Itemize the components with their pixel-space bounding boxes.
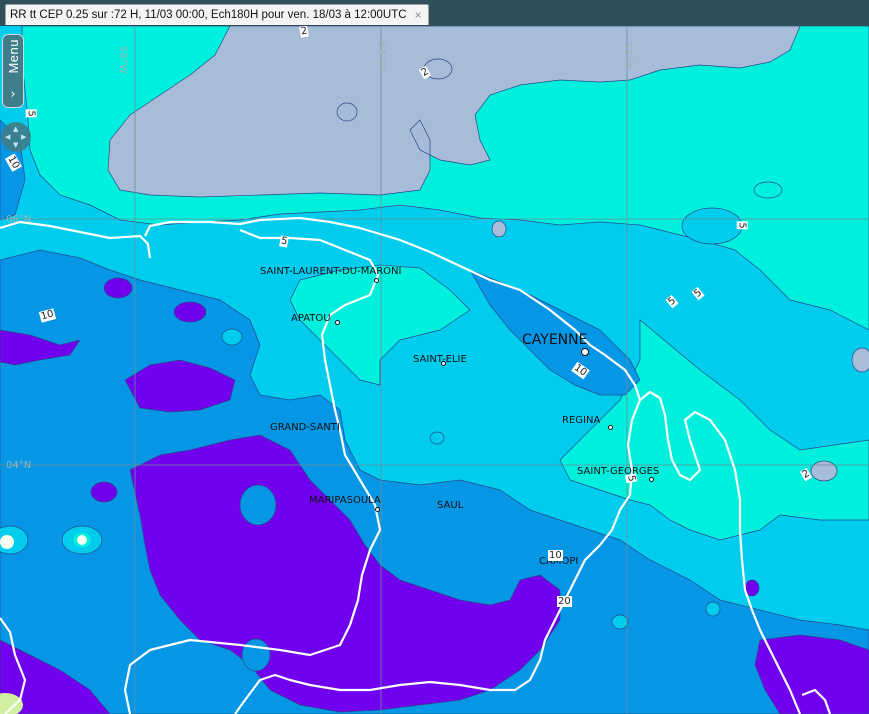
- city-marker: [581, 348, 589, 356]
- band-50-plus: [0, 535, 14, 549]
- map-tab[interactable]: RR tt CEP 0.25 sur :72 H, 11/03 00:00, E…: [5, 4, 429, 25]
- tab-bar: RR tt CEP 0.25 sur :72 H, 11/03 00:00, E…: [0, 0, 869, 26]
- contour-label: 5: [736, 221, 748, 230]
- city-label: APATOU: [291, 313, 331, 324]
- contour-label: 2: [299, 26, 310, 38]
- pan-control[interactable]: ▲ ▼ ◀ ▶: [1, 122, 31, 152]
- band-10-20: [239, 484, 277, 526]
- band-5-10: [429, 431, 445, 445]
- city-marker: [649, 477, 654, 482]
- contour-label: 5: [25, 109, 37, 118]
- band-5-10: [681, 207, 743, 245]
- band-50-plus: [77, 535, 87, 545]
- grid-label-lon: 52°W: [622, 42, 633, 70]
- band-10-20: [241, 638, 271, 672]
- pan-left-icon[interactable]: ◀: [5, 134, 10, 141]
- menu-button[interactable]: Menu ›: [2, 34, 24, 108]
- contour-label: 10: [548, 550, 563, 561]
- grid-label-lon: 54°W: [376, 42, 387, 70]
- band-2-5: [753, 181, 783, 199]
- band-lt-2: [810, 460, 838, 482]
- close-icon[interactable]: ×: [415, 8, 422, 22]
- city-label: SAUL: [437, 500, 464, 511]
- band-5-10: [705, 601, 721, 617]
- precipitation-map: [0, 26, 869, 714]
- city-marker: [375, 507, 380, 512]
- band-lt-2: [491, 220, 507, 238]
- grid-label-lon: 56°W: [117, 46, 128, 74]
- menu-label: Menu: [5, 39, 21, 74]
- city-label: SAINT-GEORGES: [577, 466, 660, 477]
- city-marker: [374, 278, 379, 283]
- band-5-10: [611, 614, 629, 630]
- grid-label-lat: 06°N: [6, 214, 32, 225]
- pan-right-icon[interactable]: ▶: [21, 134, 26, 141]
- band-20-50: [103, 277, 133, 299]
- city-marker: [335, 320, 340, 325]
- band-20-50: [173, 301, 207, 323]
- city-label: SAINT-LAURENT-DU-MARONI: [260, 266, 402, 277]
- band-5-10: [221, 328, 243, 346]
- band-lt-2: [851, 347, 869, 373]
- map-tab-title: RR tt CEP 0.25 sur :72 H, 11/03 00:00, E…: [10, 9, 407, 21]
- grid-label-lat: 04°N: [6, 460, 32, 471]
- city-label: CAYENNE: [522, 332, 588, 348]
- chevron-right-icon: ›: [10, 87, 16, 102]
- pan-up-icon[interactable]: ▲: [13, 126, 18, 133]
- city-label: REGINA: [562, 415, 601, 426]
- band-20-50: [90, 481, 118, 503]
- city-label: GRAND-SANTI: [270, 422, 340, 433]
- map-canvas[interactable]: 56°W 54°W 52°W 06°N 04°N SAINT-LAURENT-D…: [0, 26, 869, 714]
- pan-down-icon[interactable]: ▼: [13, 142, 18, 149]
- city-label: MARIPASOULA: [309, 495, 381, 506]
- city-marker: [441, 361, 446, 366]
- city-label: SAINT-ELIE: [413, 354, 467, 365]
- contour-label: 20: [557, 596, 572, 607]
- city-marker: [608, 425, 613, 430]
- band-lt-2: [336, 102, 358, 122]
